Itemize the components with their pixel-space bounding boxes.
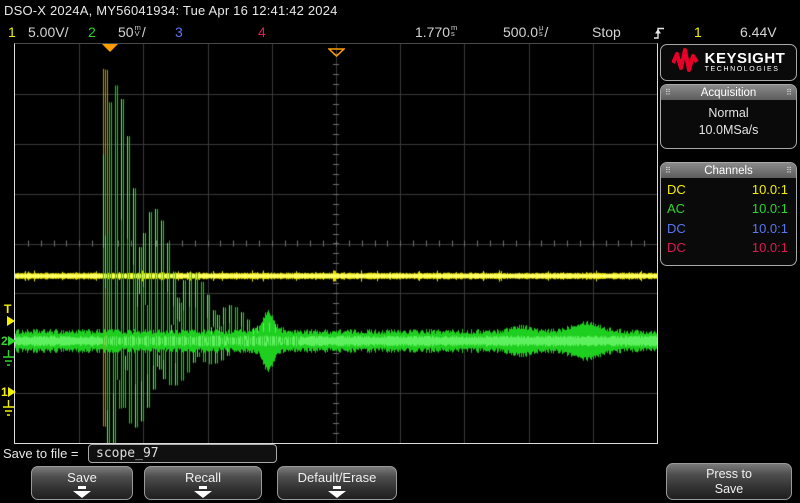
keysight-waveform-icon bbox=[672, 47, 700, 78]
ch3-coupling: DC bbox=[667, 220, 686, 237]
trigger-level-marker[interactable] bbox=[7, 316, 15, 326]
time-reference-marker[interactable] bbox=[328, 44, 345, 62]
logo-line2: TECHNOLOGIES bbox=[705, 66, 786, 74]
trigger-edge-icon bbox=[652, 25, 666, 44]
press-to-save-softkey[interactable]: Press to Save bbox=[666, 463, 792, 500]
status-row: 1 5.00V/ 2 50mV/ 3 4 1.770ms 500.0µs/ St… bbox=[0, 22, 800, 43]
trigger-level-marker-label: T bbox=[4, 303, 11, 315]
trigger-source[interactable]: 1 bbox=[694, 24, 702, 40]
ch2-ground-label: 2 bbox=[1, 335, 8, 347]
ch2-scale[interactable]: 50mV/ bbox=[118, 24, 146, 40]
down-arrow-icon bbox=[78, 486, 86, 489]
ch3-number[interactable]: 3 bbox=[175, 24, 183, 40]
ch1-scale[interactable]: 5.00V/ bbox=[28, 24, 68, 40]
channels-panel: ⠿ Channels ⠿ DC 10.0:1 AC 10.0:1 DC 10.0… bbox=[660, 162, 797, 266]
ch1-number[interactable]: 1 bbox=[8, 24, 16, 40]
acquisition-panel: ⠿ Acquisition ⠿ Normal 10.0MSa/s bbox=[660, 84, 797, 149]
channel-row-2: AC 10.0:1 bbox=[661, 198, 796, 218]
ch1-ground-marker[interactable] bbox=[8, 387, 16, 397]
drag-grip-icon: ⠿ bbox=[665, 167, 671, 175]
drag-grip-icon: ⠿ bbox=[786, 89, 792, 97]
trigger-time-marker[interactable] bbox=[102, 44, 118, 52]
timebase-readout[interactable]: 500.0µs/ bbox=[503, 24, 548, 40]
ch2-ground-marker[interactable] bbox=[8, 336, 16, 346]
trigger-level-readout[interactable]: 6.44V bbox=[740, 24, 777, 40]
ch2-probe: 10.0:1 bbox=[752, 200, 788, 217]
filename-input[interactable]: scope_97 bbox=[88, 444, 277, 463]
run-state[interactable]: Stop bbox=[592, 24, 621, 40]
default-erase-softkey[interactable]: Default/Erase bbox=[277, 466, 397, 500]
ch1-ground-icon bbox=[2, 400, 15, 422]
waveform-display[interactable] bbox=[15, 44, 657, 443]
channel-row-3: DC 10.0:1 bbox=[661, 217, 796, 237]
ch3-probe: 10.0:1 bbox=[752, 220, 788, 237]
ms-unit-glyph: ms bbox=[451, 25, 457, 37]
acquisition-header[interactable]: ⠿ Acquisition ⠿ bbox=[661, 85, 796, 100]
down-arrow-icon bbox=[199, 486, 207, 489]
instrument-title: DSO-X 2024A, MY56041934: Tue Apr 16 12:4… bbox=[4, 3, 338, 18]
drag-grip-icon: ⠿ bbox=[786, 167, 792, 175]
recall-softkey[interactable]: Recall bbox=[144, 466, 262, 500]
ch2-coupling: AC bbox=[667, 200, 685, 217]
channels-header[interactable]: ⠿ Channels ⠿ bbox=[661, 163, 796, 178]
channel-row-1: DC 10.0:1 bbox=[661, 178, 796, 198]
oscilloscope-screen: DSO-X 2024A, MY56041934: Tue Apr 16 12:4… bbox=[0, 0, 800, 503]
down-arrow-icon bbox=[333, 486, 341, 489]
ch4-number[interactable]: 4 bbox=[258, 24, 266, 40]
ch1-ground-label: 1 bbox=[1, 386, 8, 398]
mv-unit-glyph: mV bbox=[135, 25, 141, 37]
ch4-coupling: DC bbox=[667, 239, 686, 256]
ch2-number[interactable]: 2 bbox=[88, 24, 96, 40]
delay-readout[interactable]: 1.770ms bbox=[415, 24, 458, 40]
save-softkey[interactable]: Save bbox=[31, 466, 133, 500]
channel-row-4: DC 10.0:1 bbox=[661, 237, 796, 257]
ch1-coupling: DC bbox=[667, 181, 686, 198]
ch4-probe: 10.0:1 bbox=[752, 239, 788, 256]
sample-rate: 10.0MSa/s bbox=[661, 123, 796, 137]
drag-grip-icon: ⠿ bbox=[665, 89, 671, 97]
ch2-ground-icon bbox=[2, 350, 15, 372]
ch1-probe: 10.0:1 bbox=[752, 181, 788, 198]
logo-line1: KEYSIGHT bbox=[705, 51, 786, 66]
acquisition-mode: Normal bbox=[661, 106, 796, 120]
us-unit-glyph: µs bbox=[539, 25, 543, 37]
save-to-file-label: Save to file = bbox=[3, 446, 79, 461]
keysight-logo: KEYSIGHT TECHNOLOGIES bbox=[660, 44, 797, 81]
